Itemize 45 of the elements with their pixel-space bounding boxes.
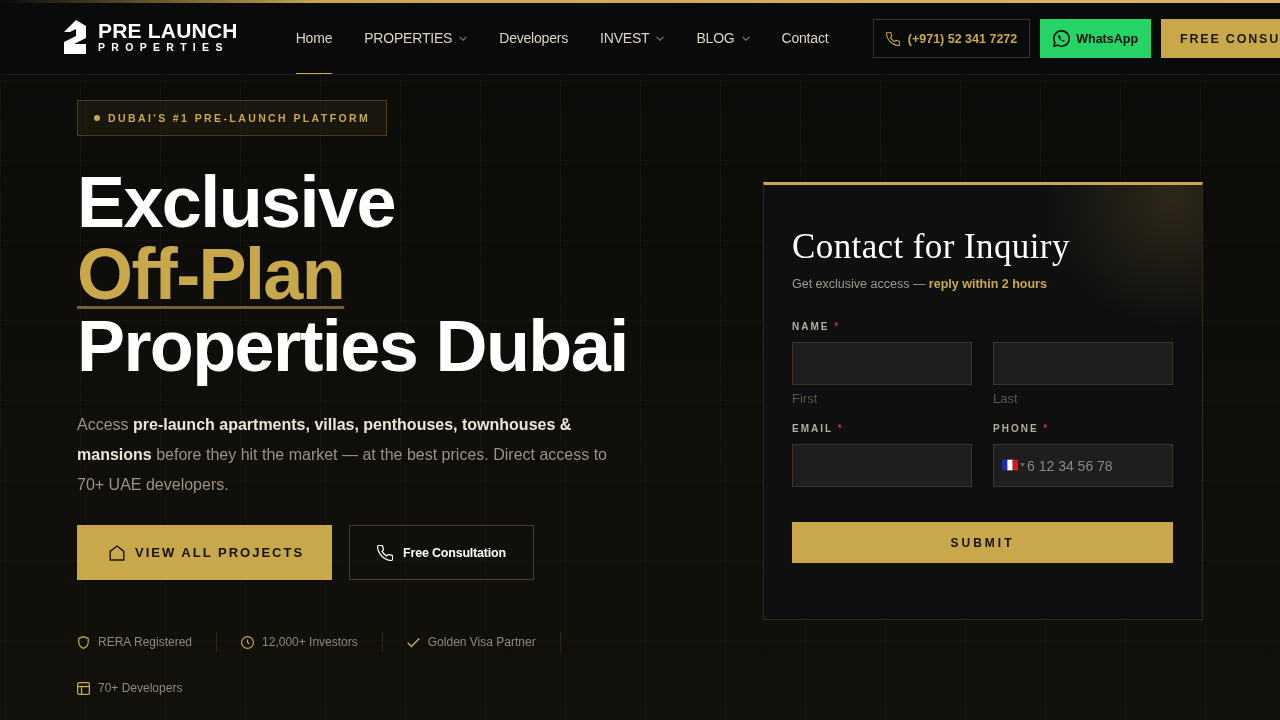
layout-icon <box>77 681 90 695</box>
submit-button[interactable]: SUBMIT <box>792 522 1173 563</box>
whatsapp-button[interactable]: WhatsApp <box>1040 19 1152 58</box>
consultation-button[interactable]: FREE CONSU <box>1161 19 1280 58</box>
shield-icon <box>77 635 90 649</box>
view-projects-button[interactable]: VIEW ALL PROJECTS <box>77 525 333 580</box>
dot-icon <box>94 115 100 121</box>
nav-link[interactable]: INVEST <box>600 0 665 74</box>
trust-label: 12,000+ Investors <box>262 635 358 649</box>
logo-subtext[interactable]: PROPERTIES <box>98 41 238 54</box>
input-field[interactable] <box>792 342 972 385</box>
logo-text[interactable]: PRE LAUNCH <box>98 20 238 41</box>
field-label: EMAIL * <box>792 422 845 436</box>
form-title: Contact for Inquiry <box>792 227 1071 267</box>
headline: Exclusive <box>77 166 395 238</box>
field-hint: First <box>792 391 819 407</box>
nav-link[interactable]: Contact <box>781 0 829 74</box>
phone-icon <box>885 31 900 46</box>
clock-icon <box>241 635 255 649</box>
input-field[interactable] <box>792 444 972 487</box>
home-icon <box>109 544 125 561</box>
nav-link[interactable]: PROPERTIES <box>364 0 468 74</box>
input-field[interactable] <box>993 342 1173 385</box>
hero-description: Access pre-launch apartments, villas, penthouses, townhouses & mansions before they hit the market — at the best prices. Direct access to 70+ UAE developers. <box>77 415 608 495</box>
form-subtitle: Get exclusive access — reply within 2 hours <box>792 276 1048 293</box>
field-label: NAME * <box>792 320 842 334</box>
field-hint: Last <box>993 391 1019 407</box>
chat-bubble-icon <box>1053 30 1071 47</box>
phone-field[interactable]: 6 12 34 56 78 <box>993 444 1173 487</box>
field-label: PHONE * <box>993 422 1051 436</box>
nav-link[interactable]: BLOG <box>696 0 750 74</box>
trust-label: RERA Registered <box>98 635 193 649</box>
nav-link[interactable]: Home <box>295 0 333 74</box>
headline: Off-Plan <box>77 238 345 310</box>
consultation-button[interactable]: Free Consultation <box>349 525 534 580</box>
badge-text: DUBAI'S #1 PRE-LAUNCH PLATFORM <box>108 112 371 124</box>
nav-link[interactable]: Developers <box>499 0 569 74</box>
logo-icon[interactable] <box>64 20 86 54</box>
phone-icon <box>377 544 394 561</box>
caret-icon <box>1020 463 1025 467</box>
trust-label: Golden Visa Partner <box>427 635 536 649</box>
check-icon <box>406 635 420 649</box>
trust-label: 70+ Developers <box>98 681 183 695</box>
flag-icon <box>1002 459 1018 471</box>
phone-button[interactable]: (+971) 52 341 7272 <box>872 19 1031 58</box>
